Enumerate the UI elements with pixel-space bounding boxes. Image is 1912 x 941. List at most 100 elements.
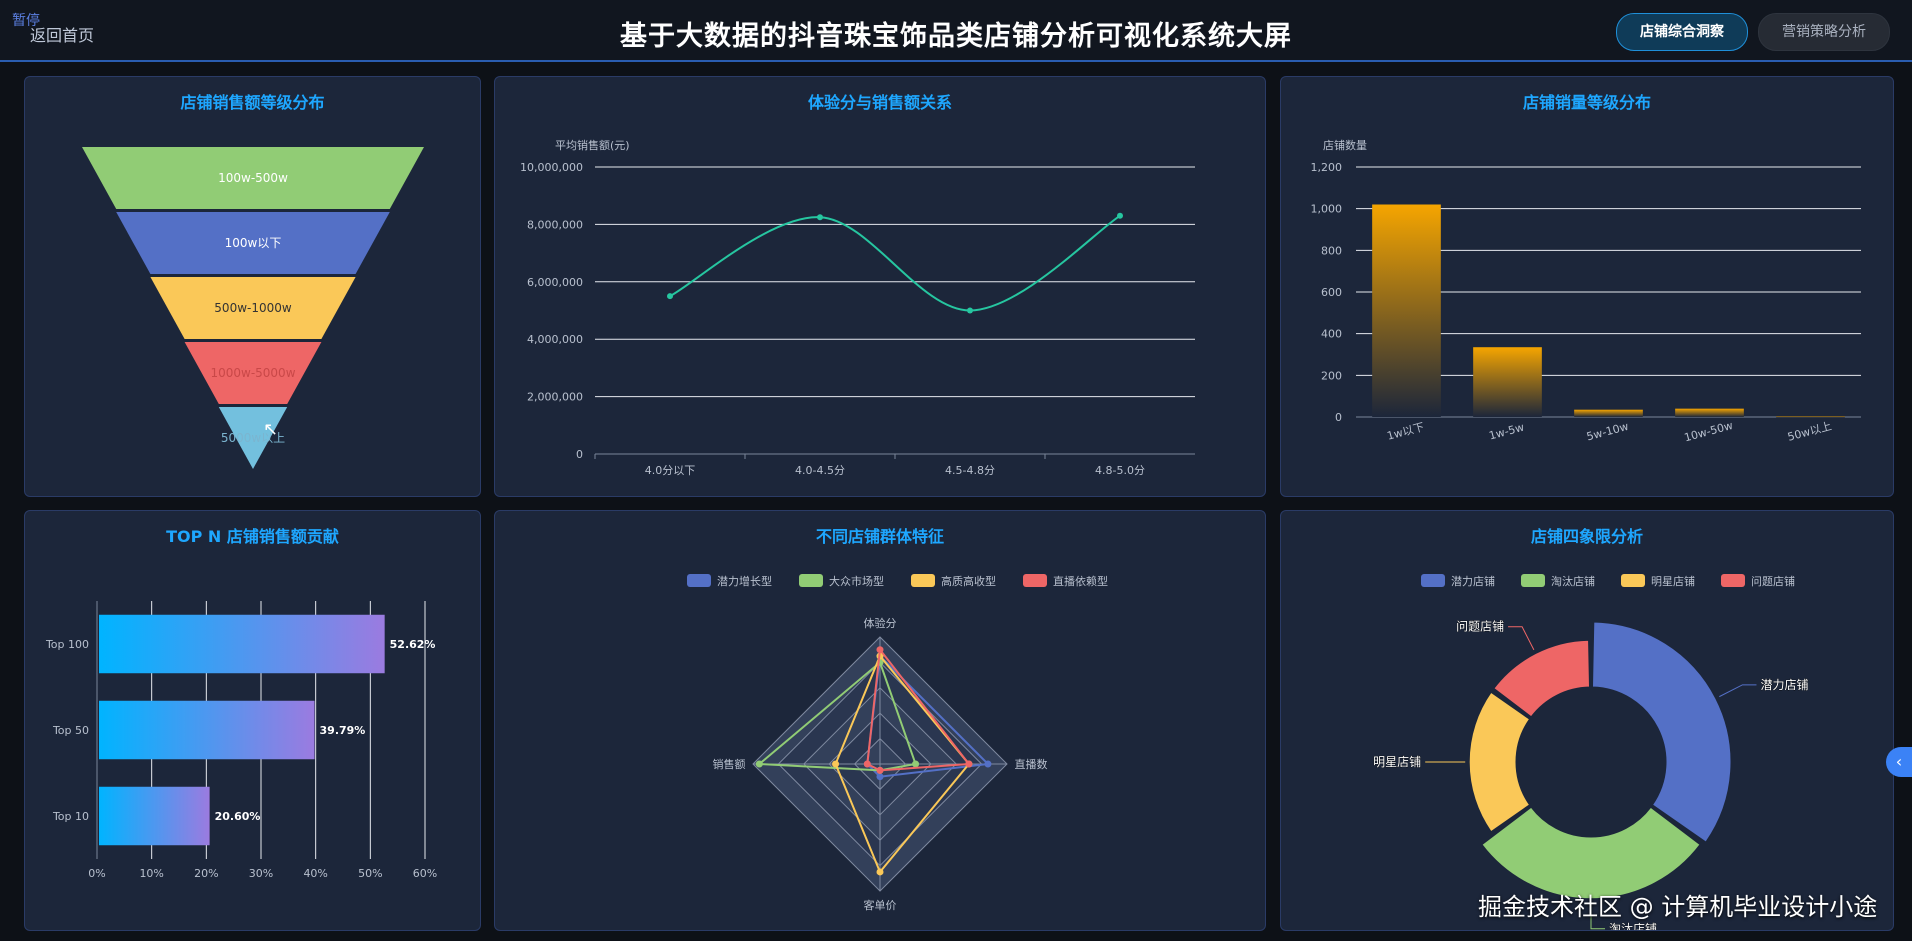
radar-point bbox=[965, 760, 973, 768]
funnel-chart[interactable]: 100w-500w100w以下500w-1000w1000w-5000w5000… bbox=[25, 77, 480, 496]
y-tick-label: Top 10 bbox=[52, 810, 89, 823]
x-tick-label: 0% bbox=[88, 867, 105, 880]
legend-swatch bbox=[1023, 574, 1047, 587]
y-axis-label: 店铺数量 bbox=[1323, 138, 1367, 152]
bar-panel: 店铺销量等级分布 店铺数量 0 200 400 600 800 1,000 1,200 1w以下… bbox=[1280, 76, 1894, 497]
line-chart[interactable]: 平均销售额(元) 0 2,000,000 4,000,000 6,000,000 8,00… bbox=[495, 77, 1265, 496]
legend-swatch bbox=[799, 574, 823, 587]
y-tick-label: 200 bbox=[1321, 369, 1342, 382]
series-line bbox=[669, 214, 1121, 312]
y-tick-label: 10,000,000 bbox=[520, 161, 583, 174]
x-tick-label: 10% bbox=[139, 867, 163, 880]
x-tick-label: 50% bbox=[358, 867, 382, 880]
radar-point bbox=[755, 760, 763, 768]
tab-store-insight[interactable]: 店铺综合洞察 bbox=[1616, 13, 1748, 51]
y-tick-label: 8,000,000 bbox=[527, 218, 583, 231]
slice-label: 淘汰店铺 bbox=[1609, 922, 1657, 930]
y-tick-label: 4,000,000 bbox=[527, 333, 583, 346]
x-tick-label: 60% bbox=[413, 867, 437, 880]
radar-point bbox=[876, 766, 884, 774]
bar bbox=[1675, 408, 1744, 417]
header-bar: 暂停 返回首页 基于大数据的抖音珠宝饰品类店铺分析可视化系统大屏 店铺综合洞察 … bbox=[0, 0, 1912, 62]
slice-label: 明星店铺 bbox=[1373, 755, 1421, 769]
data-label: 39.79% bbox=[320, 724, 366, 737]
x-tick-label: 1w以下 bbox=[1386, 420, 1426, 442]
bar bbox=[99, 614, 385, 674]
legend-label: 直播依赖型 bbox=[1053, 574, 1108, 588]
legend-label: 高质高收型 bbox=[941, 574, 996, 588]
legend-swatch bbox=[1521, 574, 1545, 587]
bar bbox=[1574, 409, 1643, 417]
radar-point bbox=[876, 646, 884, 654]
legend-swatch bbox=[687, 574, 711, 587]
radar-panel: 不同店铺群体特征 潜力增长型 大众市场型 高质高收型 直播依赖型 体验分 直播数 客单价 销售… bbox=[494, 510, 1266, 931]
x-tick-label: 50w以上 bbox=[1786, 420, 1833, 444]
y-tick-label: 400 bbox=[1321, 328, 1342, 341]
y-tick-label: 6,000,000 bbox=[527, 276, 583, 289]
y-tick-label: 0 bbox=[576, 448, 583, 461]
data-point bbox=[667, 293, 673, 300]
data-point bbox=[1117, 212, 1123, 219]
y-tick-label: 800 bbox=[1321, 244, 1342, 257]
x-tick-label: 4.0分以下 bbox=[645, 464, 696, 477]
legend-swatch bbox=[1721, 574, 1745, 587]
funnel-label: 100w-500w bbox=[218, 171, 288, 185]
chevron-left-icon[interactable]: ‹ bbox=[1886, 747, 1912, 777]
radar-point bbox=[984, 760, 992, 768]
y-tick-label: 0 bbox=[1335, 411, 1342, 424]
bar bbox=[1473, 347, 1542, 417]
x-tick-label: 4.0-4.5分 bbox=[795, 464, 845, 477]
x-tick-label: 40% bbox=[303, 867, 327, 880]
x-tick-label: 4.5-4.8分 bbox=[945, 464, 995, 477]
y-axis-label: 平均销售额(元) bbox=[555, 138, 630, 152]
bar bbox=[1776, 416, 1845, 418]
data-point bbox=[967, 307, 973, 314]
y-tick-label: Top 50 bbox=[52, 724, 89, 737]
tab-marketing-strategy[interactable]: 营销策略分析 bbox=[1758, 13, 1890, 51]
bar bbox=[99, 700, 315, 760]
y-tick-label: 1,000 bbox=[1311, 203, 1343, 216]
legend-label: 潜力增长型 bbox=[717, 574, 772, 588]
legend-label: 大众市场型 bbox=[829, 574, 884, 588]
legend-label: 问题店铺 bbox=[1751, 574, 1795, 588]
funnel-panel: 店铺销售额等级分布 100w-500w 100w以下 500w-1000w 1000w… bbox=[24, 76, 481, 497]
x-tick-label: 10w-50w bbox=[1683, 419, 1735, 444]
bar-chart[interactable]: 店铺数量 0 200 400 600 800 1,000 1,200 1w以下 1w-5w 5w-1… bbox=[1281, 77, 1893, 496]
funnel-label: 1000w-5000w bbox=[210, 366, 295, 380]
y-tick-label: 2,000,000 bbox=[527, 391, 583, 404]
legend-swatch bbox=[1421, 574, 1445, 587]
hbar-panel: TOP N 店铺销售额贡献 0% 10% 20% 30% 40% 50% 60% Top 10… bbox=[24, 510, 481, 931]
x-tick-label: 30% bbox=[249, 867, 273, 880]
rose-slice bbox=[1591, 621, 1732, 843]
legend-label: 淘汰店铺 bbox=[1551, 574, 1595, 588]
rose-pie-chart[interactable]: 潜力店铺 淘汰店铺 明星店铺 问题店铺潜力店铺淘汰店铺明星店铺问题店铺 bbox=[1281, 511, 1893, 930]
radar-indicator-label: 直播数 bbox=[1015, 757, 1048, 771]
bar bbox=[99, 786, 210, 846]
slice-label: 潜力店铺 bbox=[1760, 678, 1808, 692]
legend-label: 潜力店铺 bbox=[1451, 574, 1495, 588]
y-tick-label: Top 100 bbox=[45, 638, 89, 651]
radar-indicator-label: 客单价 bbox=[864, 898, 897, 912]
funnel-label: 100w以下 bbox=[225, 236, 282, 250]
hbar-chart[interactable]: 0% 10% 20% 30% 40% 50% 60% Top 100 52.62% Top 50 3… bbox=[25, 511, 480, 930]
data-point bbox=[817, 214, 823, 221]
watermark: 掘金技术社区 @ 计算机毕业设计小途 bbox=[1478, 893, 1878, 921]
radar-indicator-label: 销售额 bbox=[713, 757, 746, 771]
data-label: 52.62% bbox=[390, 638, 436, 651]
radar-point bbox=[912, 760, 920, 768]
x-tick-label: 1w-5w bbox=[1488, 421, 1526, 443]
radar-chart[interactable]: 潜力增长型 大众市场型 高质高收型 直播依赖型体验分直播数客单价 销售额 bbox=[495, 511, 1265, 930]
slice-label: 问题店铺 bbox=[1456, 620, 1504, 634]
label-leader bbox=[1719, 684, 1757, 698]
radar-point bbox=[863, 760, 871, 768]
pie-panel: 店铺四象限分析 潜力店铺 淘汰店铺 明星店铺 问题店铺 潜力店铺 淘汰店铺 明星店铺 问题店铺 bbox=[1280, 510, 1894, 931]
rose-slice bbox=[1481, 806, 1701, 900]
funnel-label: 500w-1000w bbox=[214, 301, 292, 315]
data-label: 20.60% bbox=[215, 810, 261, 823]
legend-swatch bbox=[1621, 574, 1645, 587]
y-tick-label: 600 bbox=[1321, 286, 1342, 299]
radar-point bbox=[876, 773, 884, 781]
x-tick-label: 20% bbox=[194, 867, 218, 880]
label-leader bbox=[1508, 626, 1535, 651]
line-panel: 体验分与销售额关系 平均销售额(元) 0 2,000,000 4,000,000 6,0… bbox=[494, 76, 1266, 497]
